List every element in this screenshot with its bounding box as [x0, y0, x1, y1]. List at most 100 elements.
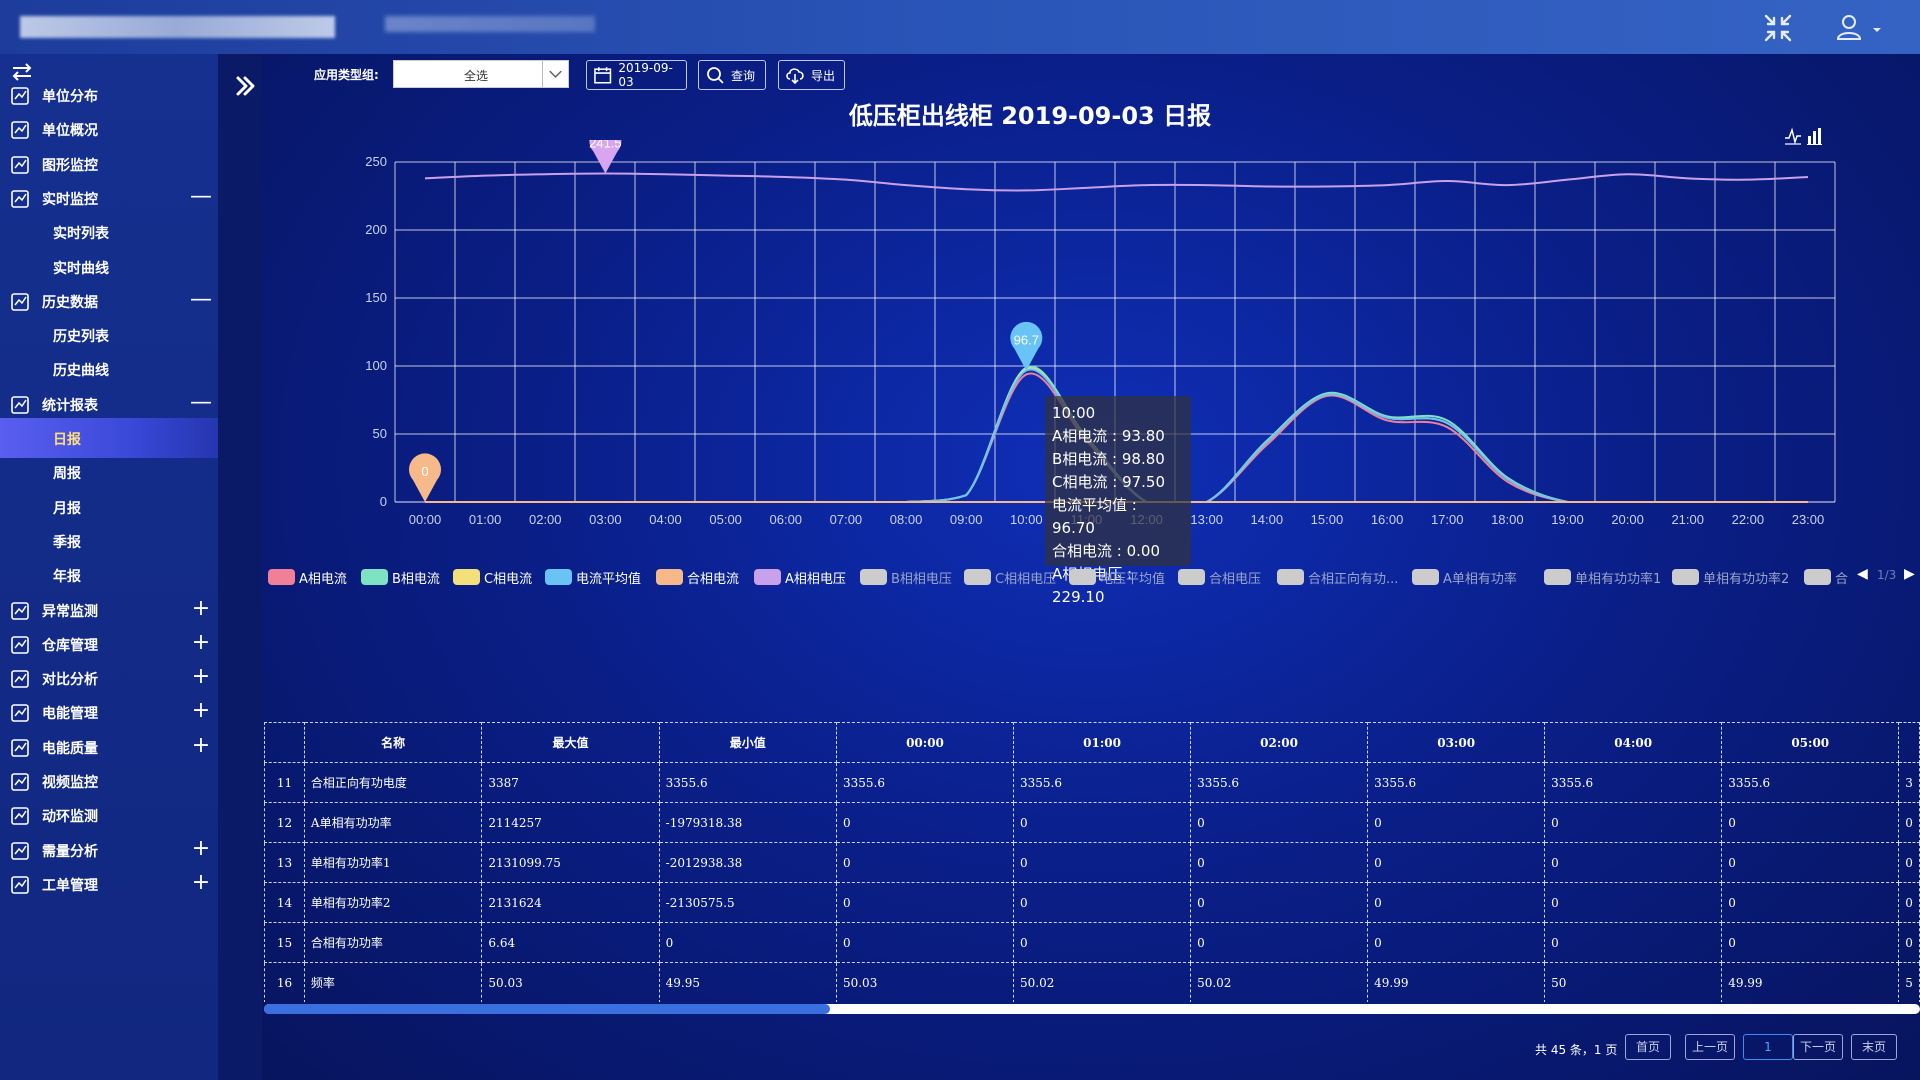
chevron-down-icon[interactable] — [542, 61, 568, 87]
compare-icon — [11, 670, 29, 688]
table-row[interactable]: 12 A单相有功功率 2114257 -1979318.38 0 0 0 0 0 0 0 — [264, 802, 1920, 843]
legend-label: A单相有功率 — [1443, 571, 1517, 587]
table-cell: 0 — [835, 922, 1015, 963]
horizontal-scrollbar[interactable] — [264, 1004, 1920, 1014]
x-tick-label: 07:00 — [830, 512, 863, 527]
table-cell: 0 — [1544, 882, 1723, 923]
legend-swatch — [964, 569, 991, 585]
legend-item[interactable]: 电压平均值 — [1069, 566, 1165, 588]
expand-plus-icon[interactable]: + — [190, 631, 212, 654]
sidebar-item-label: 电能质量 — [42, 740, 98, 757]
legend-item[interactable]: C相电流 — [453, 566, 532, 588]
prev-page-button[interactable]: 上一页 — [1685, 1034, 1735, 1060]
table-cell: 0 — [1721, 802, 1900, 843]
table-cell: 50.03 — [835, 962, 1015, 1002]
workorder-icon — [11, 876, 29, 894]
sidebar-subitem-label: 实时列表 — [53, 226, 109, 243]
table-cell: A单相有功功率 — [303, 802, 483, 843]
sidebar: 单位分布 单位概况 图形监控 实时监控 — 实时列表 实时曲线 历史数据 — 历史列表 历史曲线 统计… — [0, 54, 218, 1080]
legend-label: C相电流 — [484, 571, 533, 587]
y-tick-label: 0 — [380, 494, 387, 509]
collapse-minus-icon[interactable]: — — [190, 391, 212, 414]
table-cell: 3355.6 — [1721, 762, 1900, 803]
table-cell: 0 — [1898, 802, 1920, 843]
table-cell: 50.03 — [481, 962, 660, 1002]
legend-label: 单相有功功率1 — [1575, 571, 1662, 587]
collapse-minus-icon[interactable]: — — [190, 288, 212, 311]
sidebar-item-24[interactable]: 工单管理 + — [0, 864, 218, 904]
legend-label: 合相电流 — [687, 571, 740, 587]
table-cell: 3355.6 — [1544, 762, 1723, 803]
expand-plus-icon[interactable]: + — [190, 734, 212, 757]
legend-item[interactable]: 单相有功功率1 — [1544, 566, 1661, 588]
scrollbar-thumb[interactable] — [264, 1004, 830, 1014]
table-cell: 0 — [1013, 922, 1192, 963]
expand-plus-icon[interactable]: + — [190, 837, 212, 860]
legend-item[interactable]: A单相有功率 — [1412, 566, 1517, 588]
table-cell: 0 — [658, 922, 837, 963]
first-page-button[interactable]: 首页 — [1625, 1034, 1671, 1060]
table-row[interactable]: 13 单相有功功率1 2131099.75 -2012938.38 0 0 0 0 0 0 0 — [264, 842, 1920, 883]
last-page-button[interactable]: 末页 — [1851, 1034, 1897, 1060]
x-tick-label: 20:00 — [1611, 512, 1644, 527]
max-marker-pin[interactable]: 96.7 — [1010, 321, 1043, 371]
legend-next-icon[interactable]: ▶ — [1904, 566, 1915, 582]
legend-swatch — [656, 569, 683, 585]
app-logo-blurred — [20, 16, 335, 38]
x-tick-label: 22:00 — [1732, 512, 1765, 527]
next-page-button[interactable]: 下一页 — [1793, 1034, 1843, 1060]
type-group-select[interactable]: 全选 — [393, 60, 569, 88]
expand-plus-icon[interactable]: + — [190, 871, 212, 894]
legend-item[interactable]: 合相电压 — [1178, 566, 1261, 588]
table-row[interactable]: 16 频率 50.03 49.95 50.03 50.02 50.02 49.99 50 49.9… — [264, 962, 1920, 1002]
legend-item[interactable]: B相电流 — [361, 566, 440, 588]
table-row[interactable]: 14 单相有功功率2 2131624 -2130575.5 0 0 0 0 0 0 0 — [264, 882, 1920, 923]
legend-item[interactable]: B相相电压 — [860, 566, 952, 588]
legend-swatch — [860, 569, 887, 585]
expand-plus-icon[interactable]: + — [190, 700, 212, 722]
expand-plus-icon[interactable]: + — [190, 666, 212, 688]
legend-item[interactable]: A相电流 — [268, 566, 347, 588]
x-tick-label: 23:00 — [1792, 512, 1825, 527]
legend-item[interactable]: 合相电流 — [656, 566, 739, 588]
y-tick-label: 100 — [365, 358, 387, 373]
query-button[interactable]: 查询 — [698, 60, 766, 90]
top-bar — [0, 0, 1920, 54]
sidebar-subitem-label: 月报 — [53, 500, 81, 517]
max-marker-pin[interactable]: 0 — [409, 453, 441, 502]
report-table-container[interactable]: 名称 最大值 最小值 00:00 01:00 02:00 03:00 04:00 05:00 11… — [264, 722, 1920, 1002]
table-row[interactable]: 15 合相有功功率 6.64 0 0 0 0 0 0 0 0 — [264, 922, 1920, 963]
x-tick-label: 02:00 — [529, 512, 562, 527]
legend-label: A相相电压 — [785, 571, 846, 587]
expand-double-chevron-icon[interactable] — [233, 74, 257, 98]
legend-label: 单相有功功率2 — [1703, 571, 1790, 587]
date-picker-button[interactable]: 2019-09-03 — [586, 60, 687, 90]
legend-prev-icon[interactable]: ◀ — [1857, 566, 1868, 582]
legend-item[interactable]: C相相电压 — [964, 566, 1056, 588]
type-group-label: 应用类型组: — [314, 68, 379, 82]
legend-item[interactable]: 合 — [1804, 566, 1848, 588]
export-button[interactable]: 导出 — [778, 60, 845, 90]
table-cell: 单相有功功率1 — [303, 842, 483, 883]
user-menu-icon[interactable] — [1835, 13, 1885, 43]
collapse-minus-icon[interactable]: — — [190, 185, 212, 208]
cloud-download-icon — [786, 68, 804, 85]
table-cell: 50.02 — [1013, 962, 1192, 1002]
table-row[interactable]: 11 合相正向有功电度 3387 3355.6 3355.6 3355.6 3355.6 33… — [264, 762, 1920, 803]
current-page-button[interactable]: 1 — [1743, 1034, 1793, 1060]
table-header-cell: 02:00 — [1190, 722, 1369, 763]
expand-plus-icon[interactable]: + — [190, 597, 212, 620]
x-tick-label: 19:00 — [1551, 512, 1584, 527]
legend-item[interactable]: 合相正向有功... — [1277, 566, 1398, 588]
tooltip-line: B相电流 : 98.80 — [1052, 450, 1165, 468]
legend-item[interactable]: A相相电压 — [754, 566, 846, 588]
table-header-row: 名称 最大值 最小值 00:00 01:00 02:00 03:00 04:00 05:00 — [264, 722, 1920, 763]
legend-item[interactable]: 电流平均值 — [545, 566, 641, 588]
legend-item[interactable]: 单相有功功率2 — [1672, 566, 1789, 588]
x-tick-label: 06:00 — [770, 512, 803, 527]
max-marker-pin[interactable]: 241.5 — [589, 140, 622, 174]
x-tick-label: 04:00 — [649, 512, 682, 527]
table-cell: 3355.6 — [1013, 762, 1192, 803]
fullscreen-exit-icon[interactable] — [1762, 12, 1794, 44]
export-label: 导出 — [811, 68, 836, 83]
